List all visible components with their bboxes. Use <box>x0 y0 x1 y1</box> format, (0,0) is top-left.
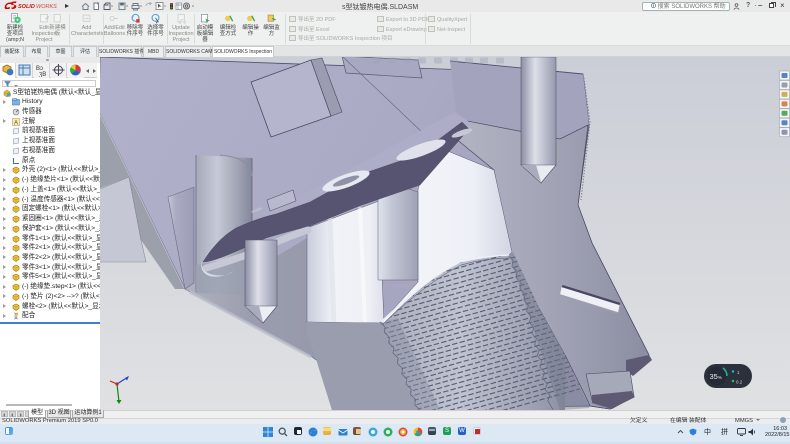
svg-text:0.2: 0.2 <box>736 380 743 385</box>
svg-text:SOLID: SOLID <box>18 4 35 10</box>
svg-text:ʒB: ʒB <box>39 72 46 77</box>
svg-text:WORKS: WORKS <box>36 4 57 10</box>
svg-text:A: A <box>14 120 18 126</box>
